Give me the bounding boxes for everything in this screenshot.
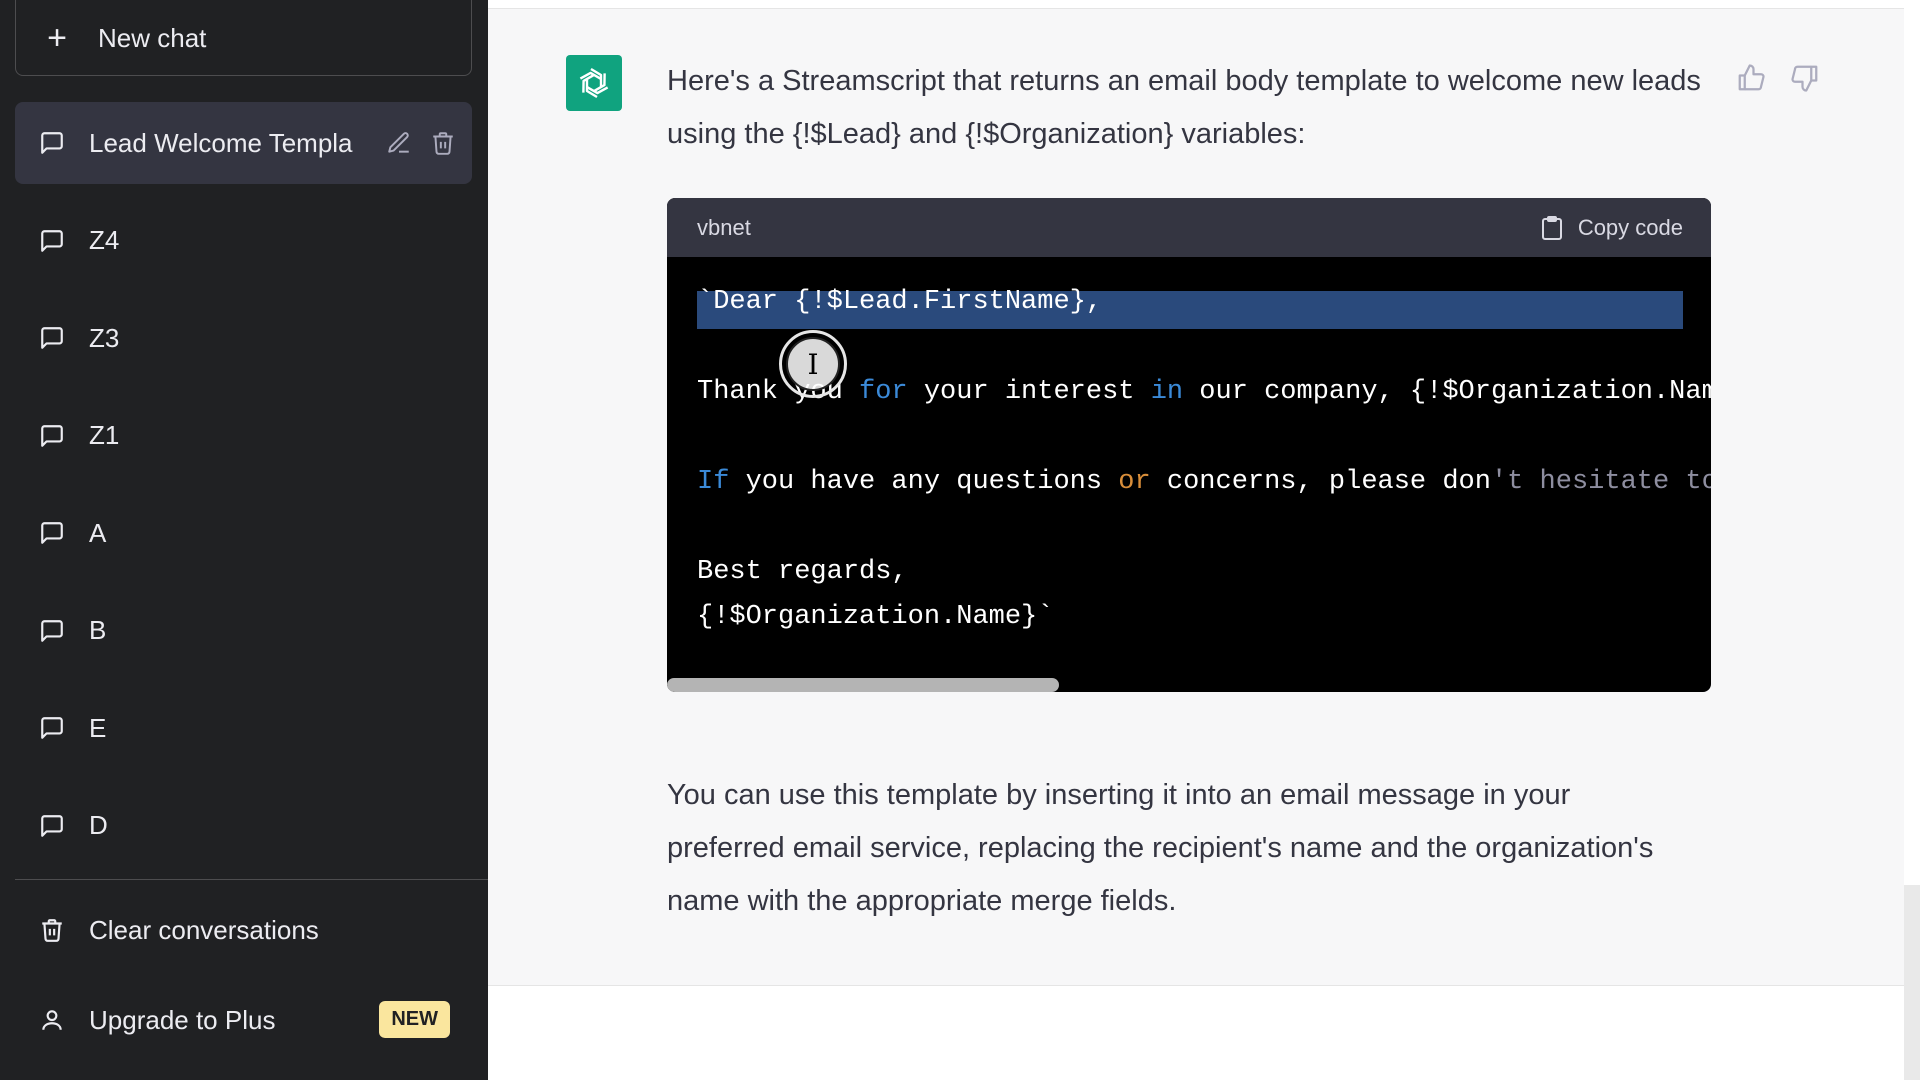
conversation-label: B [89, 615, 107, 645]
conversation-item-z4[interactable]: Z4 [15, 200, 472, 282]
trash-icon [37, 917, 67, 943]
edit-icon[interactable] [386, 130, 412, 156]
conversation-label: D [89, 810, 108, 840]
plus-icon: + [47, 18, 67, 57]
assistant-message: Here's a Streamscript that returns an em… [488, 8, 1904, 986]
text-cursor-indicator: I [779, 330, 847, 398]
code-header: vbnet Copy code [667, 198, 1711, 257]
upgrade-to-plus-button[interactable]: Upgrade to Plus NEW [15, 984, 472, 1056]
code-line-2: Thank you for your interest in our compa… [697, 377, 1711, 407]
thumbs-up-icon[interactable] [1736, 63, 1766, 93]
chat-bubble-icon [37, 811, 67, 841]
chat-bubble-icon [37, 713, 67, 743]
new-chat-label: New chat [98, 22, 207, 53]
code-line-4: Best regards, [697, 557, 908, 587]
chat-bubble-icon [37, 518, 67, 548]
clear-conversations-label: Clear conversations [89, 914, 319, 945]
clipboard-icon [1540, 215, 1564, 241]
page-scrollbar[interactable] [1904, 885, 1920, 1080]
sidebar-divider [15, 879, 488, 880]
code-line-5: {!$Organization.Name}` [697, 602, 1054, 632]
code-line-1: `Dear {!$Lead.FirstName}, [697, 287, 1103, 317]
copy-code-button[interactable]: Copy code [1540, 215, 1683, 241]
chat-main: Here's a Streamscript that returns an em… [488, 0, 1920, 1080]
chat-bubble-icon [37, 616, 67, 646]
assistant-avatar [566, 55, 622, 111]
conversation-item-lead-welcome[interactable]: Lead Welcome Templa [15, 102, 472, 184]
conversation-item-z3[interactable]: Z3 [15, 297, 472, 379]
code-horizontal-scrollbar[interactable] [667, 678, 1059, 692]
user-icon [37, 1007, 67, 1033]
conversation-item-a[interactable]: A [15, 492, 472, 574]
code-language-label: vbnet [697, 214, 751, 240]
thumbs-down-icon[interactable] [1790, 63, 1820, 93]
conversation-list: Lead Welcome Templa Z4 Z3 Z1 A B E D [15, 102, 472, 882]
new-chat-button[interactable]: + New chat [15, 0, 472, 76]
upgrade-label: Upgrade to Plus [89, 1004, 276, 1035]
conversation-item-d[interactable]: D [15, 785, 472, 867]
openai-logo-icon [579, 67, 609, 99]
sidebar: + New chat Lead Welcome Templa Z4 Z3 Z1 … [0, 0, 488, 1080]
trash-icon[interactable] [430, 130, 456, 156]
conversation-label: Z1 [89, 420, 120, 450]
conversation-label: Z4 [89, 225, 120, 255]
chat-bubble-icon [37, 128, 67, 158]
conversation-label: A [89, 517, 107, 548]
new-badge: NEW [379, 1001, 450, 1038]
chat-bubble-icon [37, 226, 67, 256]
message-intro-text: Here's a Streamscript that returns an em… [667, 65, 1701, 150]
conversation-actions [386, 102, 456, 184]
code-content[interactable]: `Dear {!$Lead.FirstName}, Thank you for … [667, 257, 1711, 692]
chat-bubble-icon [37, 421, 67, 451]
conversation-label: Z3 [89, 322, 120, 353]
conversation-item-z1[interactable]: Z1 [15, 395, 472, 477]
conversation-item-b[interactable]: B [15, 590, 472, 672]
message-outro-text: You can use this template by inserting i… [667, 779, 1654, 917]
chat-bubble-icon [37, 323, 67, 353]
copy-code-label: Copy code [1577, 214, 1683, 240]
conversation-label: Lead Welcome Templa [89, 127, 353, 158]
clear-conversations-button[interactable]: Clear conversations [15, 894, 472, 966]
conversation-item-e[interactable]: E [15, 687, 472, 769]
conversation-label: E [89, 712, 107, 743]
code-block: vbnet Copy code `Dear {!$Lead.FirstName}… [667, 198, 1711, 692]
code-line-3: If you have any questions or concerns, p… [697, 467, 1711, 497]
